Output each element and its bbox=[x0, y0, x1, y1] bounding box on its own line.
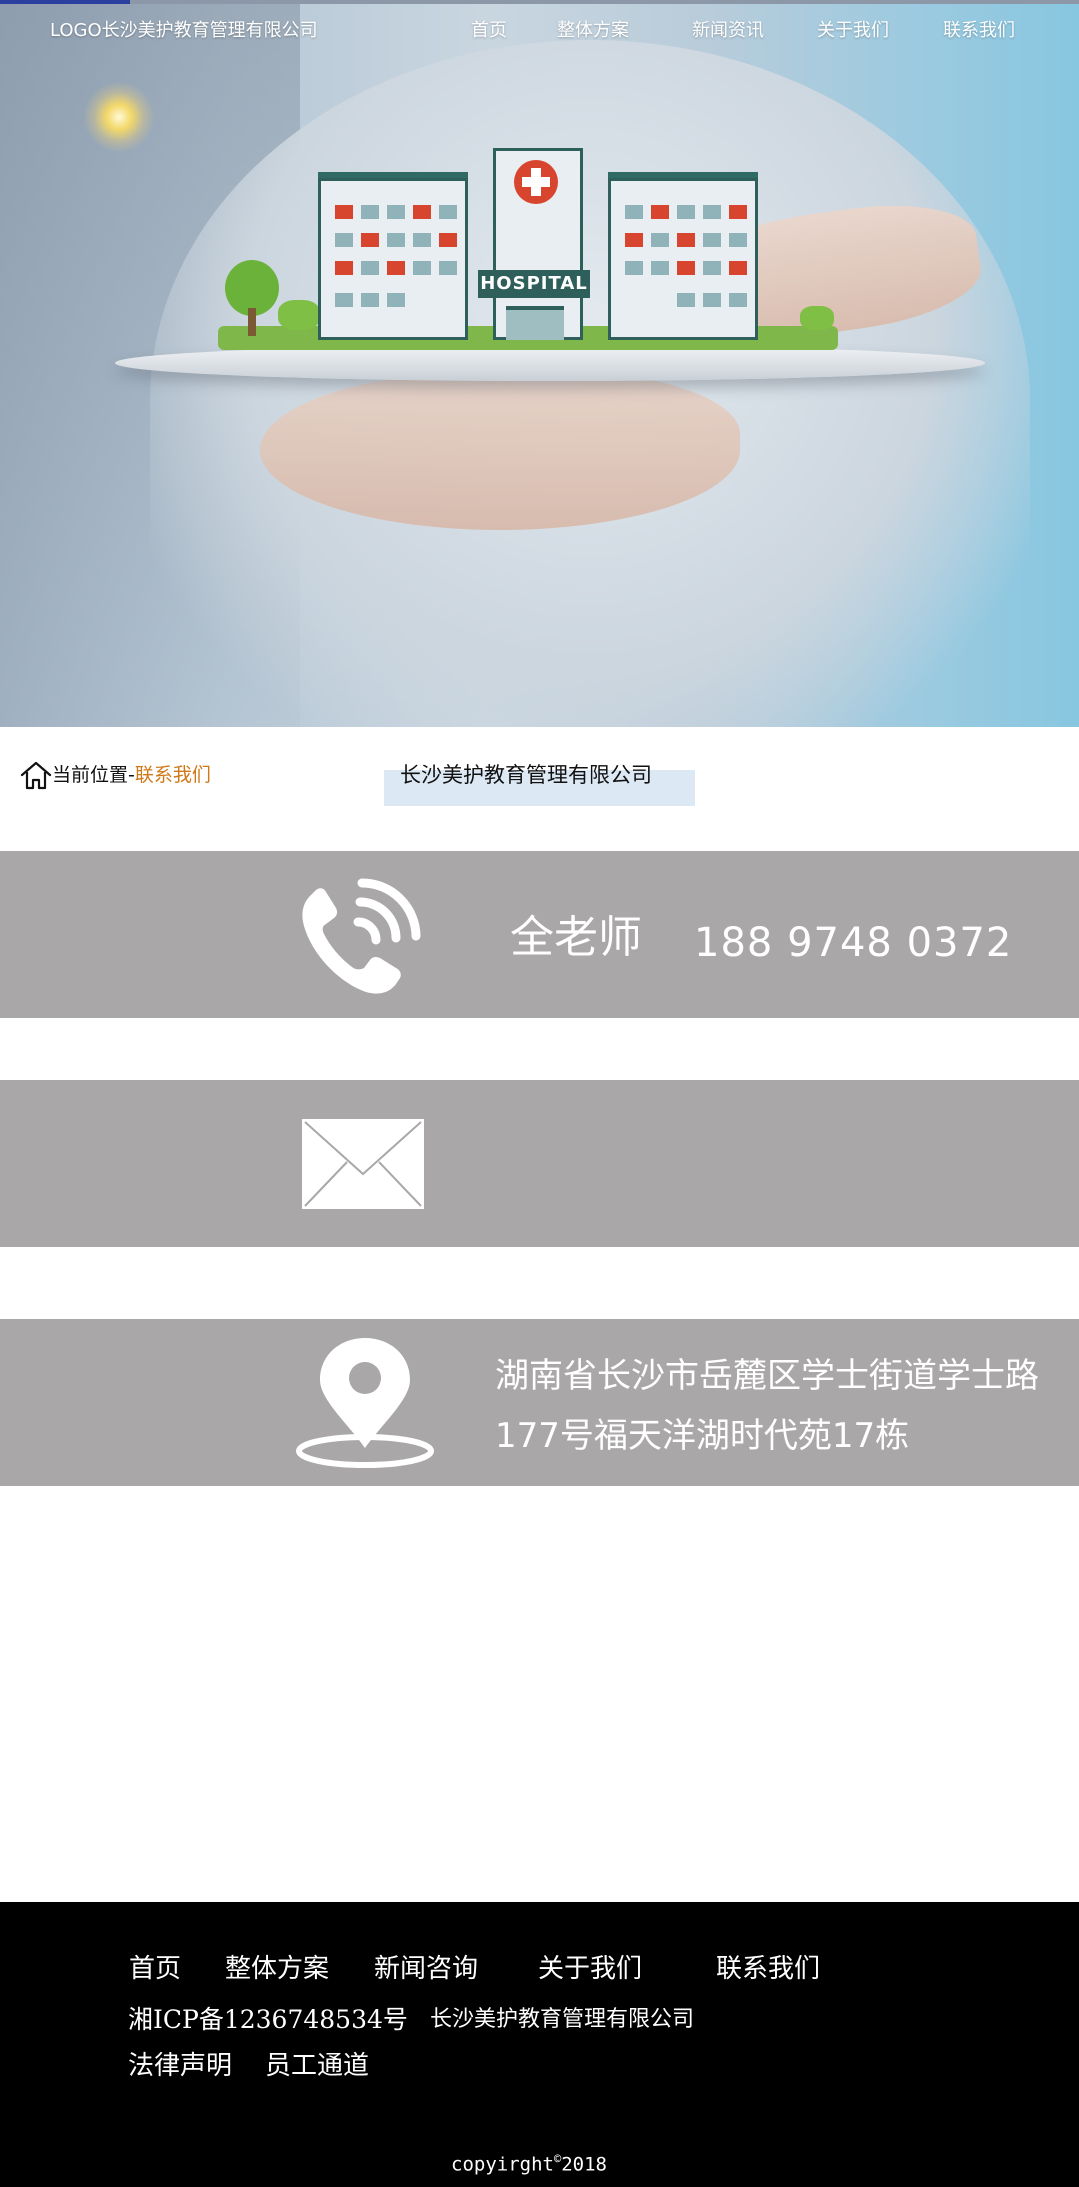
top-border bbox=[0, 0, 1079, 4]
address-line-2: 177号福天洋湖时代苑17栋 bbox=[495, 1416, 910, 1456]
hero-hand-bottom bbox=[260, 370, 740, 530]
footer-link-news[interactable]: 新闻咨询 bbox=[374, 1953, 478, 1985]
company-title: 长沙美护教育管理有限公司 bbox=[400, 763, 652, 787]
breadcrumb: 当前位置-联系我们 bbox=[52, 764, 211, 786]
copyright: copyirght©2018 bbox=[451, 2147, 607, 2176]
copyright-year: 2018 bbox=[561, 2153, 607, 2176]
hero-sunburst bbox=[84, 82, 154, 152]
mail-icon bbox=[302, 1119, 424, 1209]
phone-icon bbox=[302, 878, 421, 994]
footer-legal-link[interactable]: 法律声明 bbox=[128, 2050, 232, 2082]
contact-phone[interactable]: 188 9748 0372 bbox=[694, 918, 1012, 968]
contact-name: 全老师 bbox=[510, 912, 642, 963]
nav-news[interactable]: 新闻资讯 bbox=[692, 20, 764, 42]
breadcrumb-prefix: 当前位置- bbox=[52, 764, 135, 786]
hero-banner: HOSPITAL bbox=[0, 0, 1079, 727]
footer-link-contact[interactable]: 联系我们 bbox=[716, 1953, 820, 1985]
footer-icp[interactable]: 湘ICP备1236748534号 bbox=[128, 2004, 408, 2036]
hospital-door bbox=[506, 306, 564, 340]
tree-trunk bbox=[248, 308, 256, 336]
footer-link-home[interactable]: 首页 bbox=[129, 1953, 181, 1985]
footer-company: 长沙美护教育管理有限公司 bbox=[430, 2007, 695, 2032]
bush-illustration bbox=[278, 300, 320, 330]
home-icon[interactable] bbox=[20, 760, 52, 790]
bush-illustration-right bbox=[800, 306, 834, 330]
site-logo[interactable]: LOGO长沙美护教育管理有限公司 bbox=[50, 20, 318, 42]
footer-link-solutions[interactable]: 整体方案 bbox=[225, 1953, 329, 1985]
breadcrumb-current[interactable]: 联系我们 bbox=[135, 764, 211, 786]
nav-about[interactable]: 关于我们 bbox=[817, 20, 889, 42]
hospital-right-wing bbox=[608, 178, 758, 340]
top-border-accent bbox=[0, 0, 130, 4]
hospital-illustration: HOSPITAL bbox=[318, 148, 758, 340]
footer-staff-link[interactable]: 员工通道 bbox=[265, 2050, 369, 2082]
footer bbox=[0, 1902, 1079, 2187]
footer-link-about[interactable]: 关于我们 bbox=[538, 1953, 642, 1985]
nav-contact[interactable]: 联系我们 bbox=[943, 20, 1015, 42]
nav-home[interactable]: 首页 bbox=[471, 20, 507, 42]
hospital-left-wing bbox=[318, 178, 468, 340]
copyright-text: copyirght bbox=[451, 2153, 554, 2176]
nav-solutions[interactable]: 整体方案 bbox=[557, 20, 629, 42]
hero-tablet bbox=[115, 345, 985, 381]
hospital-sign: HOSPITAL bbox=[478, 270, 590, 298]
address-line-1: 湖南省长沙市岳麓区学士街道学士路 bbox=[495, 1356, 1039, 1396]
email-band bbox=[0, 1080, 1079, 1247]
address-band bbox=[0, 1319, 1079, 1486]
location-pin-icon bbox=[296, 1338, 434, 1468]
